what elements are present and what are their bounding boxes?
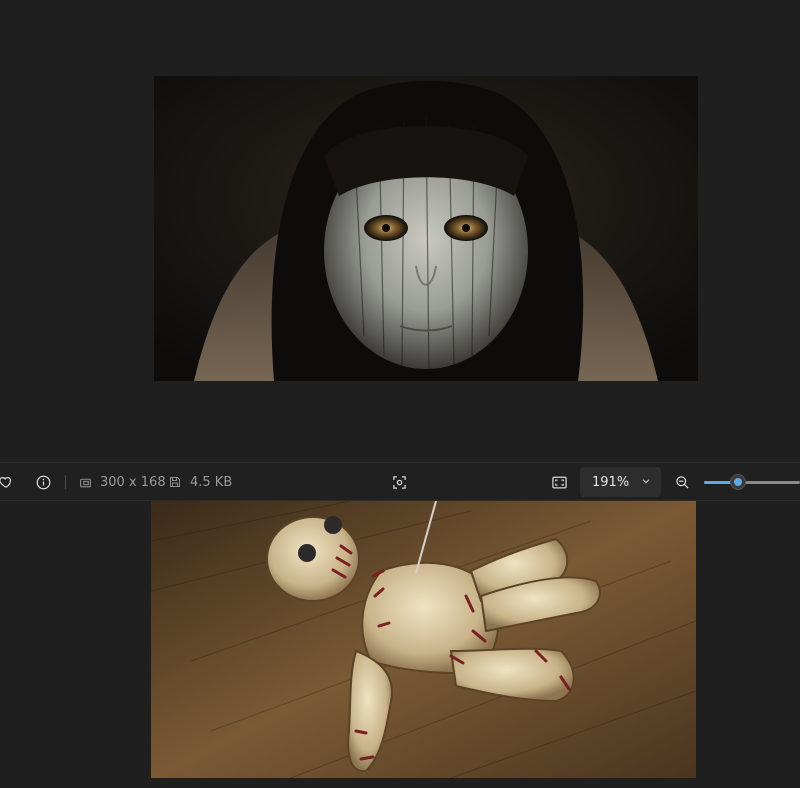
file-size: 4.5 KB [190, 474, 233, 490]
zoom-dropdown[interactable]: 191% [580, 467, 661, 497]
voodoo-doll-illustration [151, 501, 696, 778]
zoom-slider-thumb[interactable] [730, 474, 746, 490]
info-icon [36, 475, 50, 489]
fit-to-screen-button[interactable] [551, 463, 567, 501]
image-size-icon [78, 463, 92, 501]
fit-screen-icon [551, 476, 567, 488]
image-bottom[interactable] [151, 501, 696, 778]
zoom-slider[interactable] [704, 474, 800, 490]
toolbar-divider [65, 475, 66, 489]
zoom-value: 191% [592, 474, 630, 490]
scan-icon [392, 475, 406, 489]
favorite-button[interactable] [0, 463, 16, 501]
heart-icon [0, 477, 11, 488]
image-dimensions: 300 x 168 [100, 474, 166, 490]
image-top[interactable] [154, 76, 698, 381]
scan-button[interactable] [391, 463, 407, 501]
viewer-toolbar: 300 x 168 4.5 KB 191% [0, 462, 800, 501]
zoom-out-button[interactable] [674, 463, 690, 501]
image-viewer: 300 x 168 4.5 KB 191% [0, 0, 800, 788]
info-button[interactable] [34, 463, 52, 501]
zoom-out-icon [675, 475, 689, 489]
save-icon [168, 463, 182, 501]
chevron-down-icon [642, 479, 650, 484]
horror-face-photo [154, 76, 698, 381]
